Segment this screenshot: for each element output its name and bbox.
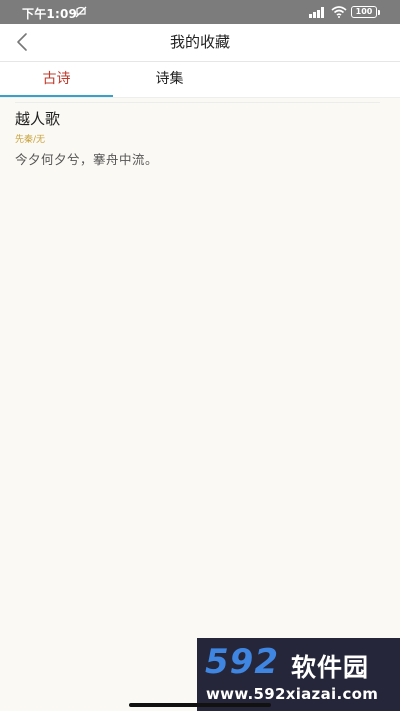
watermark-brand: 软件园 <box>291 653 370 682</box>
signal-icon <box>309 6 327 18</box>
nav-bar: 我的收藏 <box>0 24 400 62</box>
back-button[interactable] <box>6 26 38 58</box>
page-title: 我的收藏 <box>169 33 230 51</box>
poem-dynasty-author: 先秦/无 <box>15 135 46 145</box>
home-indicator[interactable] <box>129 703 271 707</box>
watermark-logo: 592 <box>205 642 279 682</box>
battery-tip <box>378 9 380 15</box>
tab-poems[interactable]: 古诗 <box>0 62 113 97</box>
battery-level: 100 <box>351 6 377 18</box>
watermark: 592 软件园 www.592xiazai.com <box>197 638 400 711</box>
wifi-icon <box>331 6 347 18</box>
chevron-left-icon <box>17 33 27 51</box>
do-not-disturb-icon <box>74 5 88 19</box>
watermark-url: www.592xiazai.com <box>206 685 379 703</box>
poem-title: 越人歌 <box>15 110 61 128</box>
poem-excerpt: 今夕何夕兮，搴舟中流。 <box>15 152 159 167</box>
tab-collections[interactable]: 诗集 <box>113 62 226 97</box>
tab-indicator <box>0 95 113 97</box>
status-time: 下午1:09 <box>22 7 78 21</box>
battery-icon: 100 <box>351 6 380 18</box>
favorites-list: 越人歌 先秦/无 今夕何夕兮，搴舟中流。 <box>0 98 400 698</box>
tab-bar: 古诗 诗集 <box>0 62 400 98</box>
status-bar: 下午1:09 100 <box>0 0 400 24</box>
list-item[interactable]: 越人歌 先秦/无 今夕何夕兮，搴舟中流。 <box>15 102 380 169</box>
status-icons: 100 <box>309 5 380 19</box>
